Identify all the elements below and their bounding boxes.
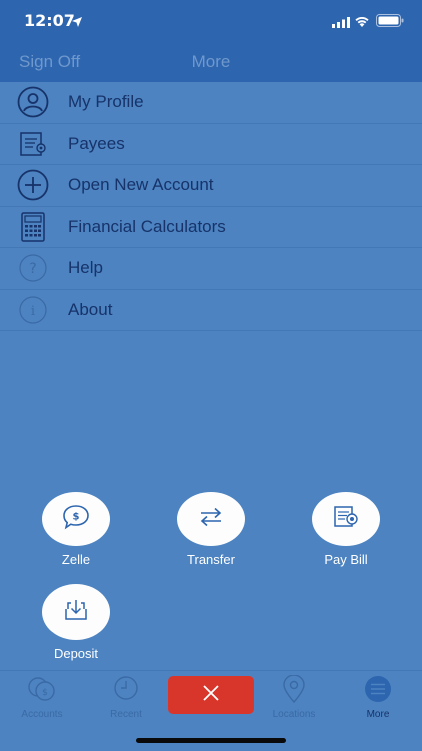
- tab-label: Recent: [110, 709, 142, 720]
- menu-item-label: Financial Calculators: [68, 216, 226, 236]
- deposit-circle[interactable]: [42, 584, 110, 640]
- deposit-label: Deposit: [53, 646, 99, 661]
- svg-text:i: i: [31, 304, 35, 319]
- svg-text:?: ?: [29, 261, 36, 277]
- page-title: More: [191, 52, 231, 71]
- pay-bill-button[interactable]: Pay Bill: [286, 492, 406, 567]
- svg-text:$: $: [73, 511, 80, 522]
- info-icon: i: [16, 294, 50, 326]
- menu-item-open-new-account[interactable]: Open New Account: [0, 165, 422, 207]
- payees-icon: [16, 128, 50, 160]
- transfer-label: Transfer: [187, 552, 235, 567]
- calculator-icon: [16, 211, 50, 243]
- pay-bill-icon: [331, 504, 361, 535]
- tab-label: Locations: [272, 709, 316, 720]
- menu-item-label: Help: [68, 258, 103, 277]
- nav-bar: Sign Off More: [0, 42, 422, 82]
- transfer-button[interactable]: Transfer: [151, 492, 271, 567]
- more-menu-icon: [360, 676, 396, 707]
- tab-locations[interactable]: Locations: [252, 674, 336, 720]
- zelle-label: Zelle: [61, 552, 91, 567]
- status-time: 12:07: [24, 11, 75, 30]
- menu-item-help[interactable]: ? Help: [0, 248, 422, 290]
- menu-item-label: Open New Account: [68, 175, 214, 194]
- menu-item-label: About: [68, 299, 113, 319]
- accounts-badge: $: [42, 688, 48, 698]
- zelle-icon: $: [61, 504, 91, 535]
- battery-icon: [376, 14, 404, 32]
- more-menu-list: My Profile Payees Open New Account Finan…: [0, 82, 422, 331]
- accounts-icon: $: [24, 677, 60, 707]
- profile-icon: [16, 86, 50, 118]
- menu-item-label: Payees: [68, 133, 125, 153]
- tab-recent[interactable]: Recent: [84, 675, 168, 720]
- transfer-circle[interactable]: [177, 492, 245, 546]
- help-icon: ?: [16, 252, 50, 284]
- transfer-icon: [197, 506, 225, 533]
- tab-accounts[interactable]: $ Accounts: [0, 675, 84, 720]
- location-arrow-icon: [72, 14, 82, 32]
- home-indicator[interactable]: [136, 738, 286, 743]
- deposit-button[interactable]: Deposit: [16, 584, 136, 661]
- close-icon: [202, 684, 220, 707]
- menu-item-payees[interactable]: Payees: [0, 124, 422, 165]
- add-circle-icon: [16, 169, 50, 201]
- tab-label: Accounts: [21, 709, 63, 720]
- wifi-icon: [354, 14, 370, 32]
- tab-more[interactable]: More: [336, 675, 420, 720]
- deposit-icon: [62, 597, 90, 628]
- menu-item-label: My Profile: [68, 92, 144, 111]
- close-menu-button[interactable]: [168, 676, 254, 714]
- pay-bill-label: Pay Bill: [324, 552, 368, 567]
- menu-item-my-profile[interactable]: My Profile: [0, 82, 422, 124]
- clock-icon: [108, 676, 144, 707]
- zelle-button[interactable]: $ Zelle: [16, 492, 136, 567]
- menu-item-about[interactable]: i About: [0, 290, 422, 331]
- menu-item-financial-calculators[interactable]: Financial Calculators: [0, 207, 422, 248]
- status-bar: 12:07: [0, 0, 422, 42]
- zelle-circle[interactable]: $: [42, 492, 110, 546]
- pay-bill-circle[interactable]: [312, 492, 380, 546]
- cellular-signal-icon: [332, 15, 350, 33]
- location-pin-icon: [276, 674, 312, 707]
- tab-label: More: [366, 709, 390, 720]
